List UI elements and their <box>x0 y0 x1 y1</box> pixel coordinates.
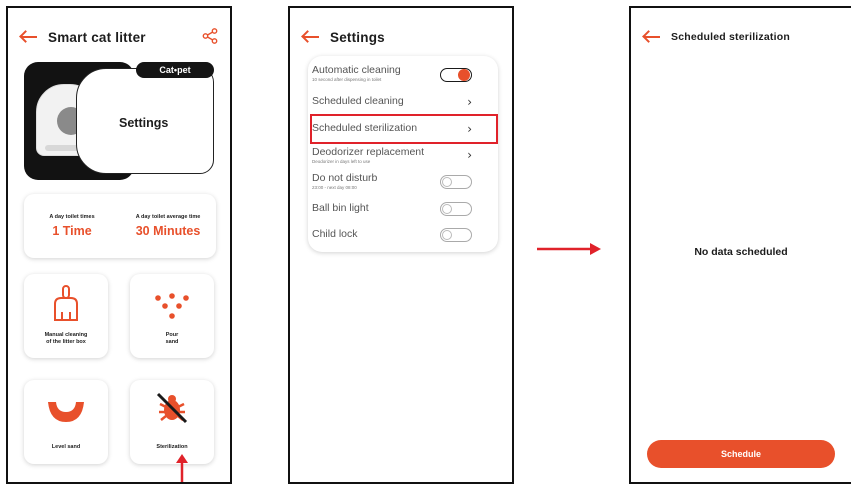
ball-bin-light-toggle[interactable] <box>440 202 472 216</box>
pour-sand-tile[interactable]: Pour sand <box>130 274 214 358</box>
setting-scheduled-cleaning[interactable]: Scheduled cleaning › <box>312 95 476 109</box>
page-title: Settings <box>330 29 385 45</box>
setting-do-not-disturb[interactable]: Do not disturb 23:00 - next day 08:00 <box>312 172 476 190</box>
header: Settings <box>302 26 500 48</box>
scheduled-sterilization-screen: Scheduled sterilization No data schedule… <box>629 6 851 484</box>
setting-subtitle: Deodorizer in days left to use <box>312 159 371 164</box>
back-arrow-icon[interactable] <box>302 31 320 43</box>
automatic-cleaning-toggle[interactable] <box>440 68 472 82</box>
tile-label-line2: sand <box>165 339 179 345</box>
sterilization-bug-icon <box>156 392 188 424</box>
sterilization-tile[interactable]: Sterilization <box>130 380 214 464</box>
tile-label: Manual cleaning of the litter box <box>24 332 108 346</box>
stat-label: A day toilet average time <box>135 214 201 220</box>
level-bowl-icon <box>48 402 84 422</box>
stat-value: 30 Minutes <box>135 224 201 238</box>
manual-cleaning-tile[interactable]: Manual cleaning of the litter box <box>24 274 108 358</box>
empty-state-message: No data scheduled <box>694 246 788 258</box>
stat-times: A day toilet times 1 Time <box>26 214 118 238</box>
setting-child-lock[interactable]: Child lock <box>312 228 476 242</box>
setting-automatic-cleaning[interactable]: Automatic cleaning 10 second after dispe… <box>312 64 476 82</box>
settings-hero-card[interactable]: Cat•pet Settings <box>24 62 214 180</box>
sand-dots-icon <box>155 293 189 319</box>
brand-logo: Cat•pet <box>136 62 214 78</box>
setting-ball-bin-light[interactable]: Ball bin light <box>312 202 476 216</box>
header: Smart cat litter <box>20 26 218 48</box>
back-arrow-icon[interactable] <box>20 31 38 43</box>
settings-screen: Settings Automatic cleaning 10 second af… <box>288 6 514 484</box>
stat-value: 1 Time <box>52 224 92 238</box>
tile-label: Level sand <box>51 444 81 450</box>
setting-label: Deodorizer replacement <box>312 146 425 158</box>
tile-label-line1: Pour <box>165 332 179 338</box>
hero-settings-label: Settings <box>119 116 169 130</box>
share-icon[interactable] <box>202 28 218 44</box>
red-arrow-up-icon <box>176 454 188 482</box>
schedule-button[interactable]: Schedule <box>647 440 835 468</box>
tile-label-line2: of the litter box <box>46 339 86 345</box>
header: Scheduled sterilization <box>643 26 839 48</box>
setting-label: Scheduled cleaning <box>312 95 404 107</box>
toilet-stats-card: A day toilet times 1 Time A day toilet a… <box>24 194 216 258</box>
chevron-right-icon: › <box>467 148 472 162</box>
tile-label: Pour sand <box>130 332 214 346</box>
level-sand-tile[interactable]: Level sand <box>24 380 108 464</box>
page-title: Scheduled sterilization <box>671 31 790 43</box>
brush-icon <box>54 285 78 321</box>
stat-label: A day toilet times <box>49 214 95 220</box>
chevron-right-icon: › <box>467 95 472 109</box>
do-not-disturb-toggle[interactable] <box>440 175 472 189</box>
back-arrow-icon[interactable] <box>643 31 661 43</box>
red-arrow-right-icon <box>537 243 601 255</box>
stat-average-time: A day toilet average time 30 Minutes <box>122 214 214 238</box>
tile-label: Sterilization <box>156 444 188 450</box>
page-title: Smart cat litter <box>48 29 146 45</box>
selection-highlight-box <box>310 114 498 144</box>
setting-deodorizer-replacement[interactable]: Deodorizer replacement Deodorizer in day… <box>312 146 476 164</box>
tile-label-line1: Manual cleaning <box>44 332 88 338</box>
smart-cat-litter-screen: Smart cat litter Cat•pet Settings A day … <box>6 6 232 484</box>
child-lock-toggle[interactable] <box>440 228 472 242</box>
